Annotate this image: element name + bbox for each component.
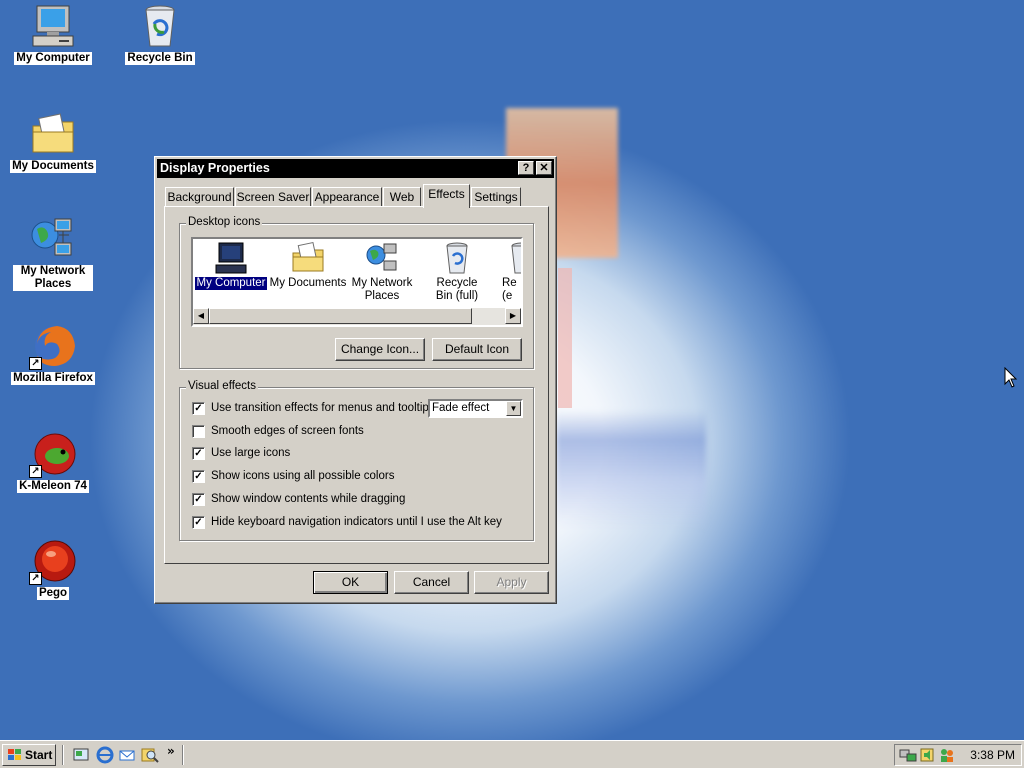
desktop-icons-list[interactable]: My Computer My Documents My Network Plac… [191,237,523,327]
show-window-contents-checkbox[interactable]: ✓ [192,493,205,506]
desktop-icon-label: K-Meleon 74 [17,480,89,493]
transition-effect-value: Fade effect [432,402,490,414]
tab-effects[interactable]: Effects [423,184,470,208]
volume-tray-icon[interactable] [919,747,935,766]
list-item-label: My Computer [194,276,268,291]
desktop-icon-pego[interactable]: ↗ Pego [8,537,98,600]
ok-button[interactable]: OK [313,571,388,594]
shortcut-arrow-icon: ↗ [29,465,42,478]
tab-web[interactable]: Web [383,187,421,206]
folder-documents-icon [29,110,77,158]
desktop-icon-label: My Documents [10,160,96,173]
desktop-icon-label: Pego [36,587,70,600]
network-tray-icon[interactable] [899,747,917,766]
shortcut-arrow-icon: ↗ [29,572,42,585]
mouse-cursor-icon [1004,366,1018,392]
help-button[interactable]: ? [518,161,534,175]
pego-icon: ↗ [29,537,77,585]
wallpaper-red-shape [558,268,572,408]
folder-documents-icon [291,241,325,275]
start-button[interactable]: Start [2,744,56,766]
desktop-icons-group: Desktop icons My Computer My Documents M… [179,216,534,369]
taskbar: Start » 3:38 PM [0,740,1024,768]
tab-screen-saver[interactable]: Screen Saver [235,187,311,206]
desktop-icon-my-network-places[interactable]: My Network Places [8,215,98,291]
desktop-icons-scrollbar[interactable]: ◀ ▶ [193,308,521,325]
dialog-title: Display Properties [160,161,270,175]
list-item-my-computer[interactable]: My Computer [193,241,271,291]
taskbar-separator [182,745,184,765]
computer-icon [29,2,77,50]
close-button[interactable]: ✕ [536,161,552,175]
chevron-down-icon[interactable]: ▼ [506,401,521,416]
tab-appearance[interactable]: Appearance [312,187,382,206]
start-label: Start [25,748,53,762]
list-item-my-network-places[interactable]: My Network Places [343,241,421,303]
list-item-recycle-bin-empty[interactable]: Rec (e [489,241,521,307]
default-icon-button[interactable]: Default Icon [432,338,522,361]
option-label: Hide keyboard navigation indicators unti… [211,516,502,528]
desktop-icon-label: Recycle Bin [125,52,195,65]
desktop-icon-recycle-bin[interactable]: Recycle Bin [115,2,205,65]
system-tray: 3:38 PM [894,744,1022,766]
k-meleon-icon: ↗ [29,430,77,478]
recycle-bin-icon [136,2,184,50]
scroll-right-icon[interactable]: ▶ [505,308,521,324]
hide-keyboard-indicators-checkbox[interactable]: ✓ [192,516,205,529]
show-desktop-icon[interactable] [72,746,90,764]
option-label: Show icons using all possible colors [211,470,395,482]
desktop-icon-mozilla-firefox[interactable]: ↗ Mozilla Firefox [8,322,98,385]
tab-background[interactable]: Background [165,187,234,206]
option-label: Use transition effects for menus and too… [211,402,435,414]
list-item-label: My Network Places [351,277,413,302]
apply-button[interactable]: Apply [474,571,549,594]
windows-logo-icon [7,748,23,768]
desktop-icon-label: My Network Places [13,265,93,291]
taskbar-separator [62,745,64,765]
effects-tab-panel: Desktop icons My Computer My Documents M… [164,206,549,564]
outlook-express-icon[interactable] [118,746,136,764]
desktop-icon-label: My Computer [14,52,92,65]
all-colors-checkbox[interactable]: ✓ [192,470,205,483]
transition-effect-select[interactable]: Fade effect ▼ [428,399,523,418]
desktop-icon-label: Mozilla Firefox [11,372,95,385]
search-icon[interactable] [141,746,159,764]
desktop-icons-group-title: Desktop icons [186,216,263,228]
large-icons-checkbox[interactable]: ✓ [192,447,205,460]
firefox-icon: ↗ [29,322,77,370]
list-item-my-documents[interactable]: My Documents [268,241,348,290]
list-item-label: Rec (e [502,277,517,302]
shortcut-arrow-icon: ↗ [29,357,42,370]
users-tray-icon[interactable] [939,747,955,766]
recycle-bin-icon [505,241,521,275]
network-icon [29,215,77,263]
visual-effects-group: Visual effects ✓ Use transition effects … [179,380,534,541]
scrollbar-thumb[interactable] [209,308,472,324]
taskbar-clock[interactable]: 3:38 PM [970,745,1015,765]
dialog-titlebar[interactable]: Display Properties ? ✕ [157,159,554,178]
list-item-label: Recycle Bin (full) [435,277,479,302]
tab-settings[interactable]: Settings [471,187,521,206]
visual-effects-group-title: Visual effects [186,380,258,392]
network-icon [365,241,399,275]
change-icon-button[interactable]: Change Icon... [335,338,425,361]
smooth-fonts-checkbox[interactable] [192,425,205,438]
transition-effects-checkbox[interactable]: ✓ [192,402,205,415]
option-label: Use large icons [211,447,291,459]
recycle-bin-icon [440,241,474,275]
cancel-button[interactable]: Cancel [394,571,469,594]
display-properties-dialog: Display Properties ? ✕ Background Screen… [154,156,557,604]
desktop-icon-my-computer[interactable]: My Computer [8,2,98,65]
list-item-label: My Documents [269,277,347,289]
computer-icon [214,241,248,275]
quick-launch-overflow[interactable]: » [167,744,175,758]
internet-explorer-icon[interactable] [96,746,114,764]
scroll-left-icon[interactable]: ◀ [193,308,209,324]
desktop-icon-my-documents[interactable]: My Documents [8,110,98,173]
desktop-icon-k-meleon[interactable]: ↗ K-Meleon 74 [8,430,98,493]
list-item-recycle-bin-full[interactable]: Recycle Bin (full) [417,241,497,303]
wallpaper-logo-blur [556,410,706,530]
option-label: Show window contents while dragging [211,493,406,505]
option-label: Smooth edges of screen fonts [211,425,364,437]
